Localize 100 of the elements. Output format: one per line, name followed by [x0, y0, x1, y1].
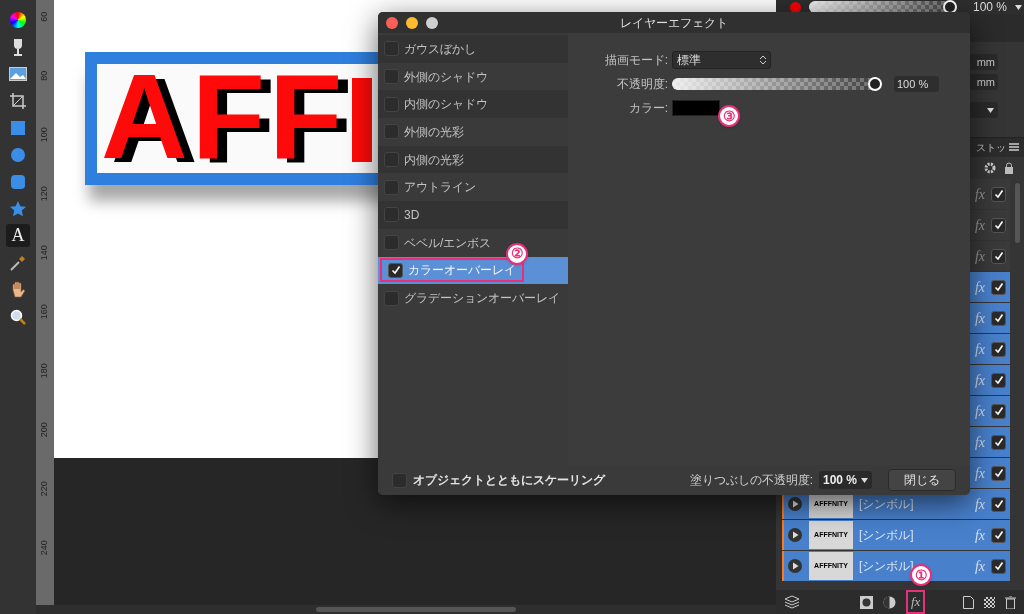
visibility-checkbox[interactable] [991, 465, 1006, 481]
effect-label: グラデーションオーバーレイ [404, 290, 560, 308]
checkerboard-icon[interactable] [984, 596, 995, 608]
fx-label: fx [974, 185, 985, 204]
visibility-checkbox[interactable] [991, 186, 1006, 202]
callout-number: ③ [718, 105, 740, 127]
visibility-checkbox[interactable] [991, 248, 1006, 264]
close-window-icon[interactable] [386, 16, 398, 29]
star-icon [10, 200, 26, 217]
close-button[interactable]: 閉じる [888, 469, 956, 491]
color-label: カラー: [627, 100, 668, 117]
caret-icon [1015, 4, 1023, 10]
fx-label: fx [974, 309, 985, 328]
panel-tab[interactable]: ストッ [976, 140, 1006, 155]
checkbox[interactable] [384, 179, 399, 195]
effect-item[interactable]: 内側の光彩 [378, 145, 568, 174]
visibility-checkbox[interactable] [991, 310, 1006, 326]
fx-label: fx [974, 340, 985, 359]
fx-label: fx [974, 371, 985, 390]
mask-icon[interactable] [860, 595, 873, 609]
ruler-label: 80 [38, 70, 51, 81]
color-wheel-icon [10, 11, 26, 28]
color-swatch[interactable] [672, 100, 720, 116]
ruler-label: 240 [38, 540, 51, 556]
visibility-checkbox[interactable] [991, 496, 1006, 512]
fx-button[interactable]: fx [906, 590, 926, 614]
play-icon[interactable] [787, 558, 803, 574]
checkbox[interactable] [384, 152, 399, 168]
effect-item[interactable]: ガウスぼかし [378, 35, 568, 63]
ruler-label: 120 [38, 186, 51, 202]
crop-icon [10, 92, 26, 109]
visibility-checkbox[interactable] [991, 527, 1006, 543]
effect-label: ベベル/エンボス [404, 234, 492, 252]
menu-icon[interactable] [1009, 143, 1021, 152]
visibility-checkbox[interactable] [991, 341, 1006, 357]
caret-icon [987, 107, 994, 113]
checkbox[interactable] [384, 290, 399, 306]
opacity-slider[interactable] [672, 78, 882, 90]
effect-item[interactable]: 3D [378, 201, 568, 229]
checkbox[interactable] [384, 69, 399, 85]
trash-icon[interactable] [1005, 595, 1016, 609]
checkbox[interactable] [384, 96, 399, 112]
minimize-window-icon[interactable] [406, 16, 418, 29]
visibility-checkbox[interactable] [991, 279, 1006, 295]
layers-icon[interactable] [784, 595, 800, 609]
fill-opacity-select[interactable]: 100 % [818, 471, 872, 489]
effect-item[interactable]: 内側のシャドウ [378, 90, 568, 119]
checkmark-icon [993, 499, 1004, 509]
play-icon[interactable] [787, 527, 803, 543]
effect-label: 3D [404, 206, 420, 224]
visibility-checkbox[interactable] [991, 558, 1006, 574]
fx-label: fx [974, 247, 985, 266]
effect-label: 外側のシャドウ [404, 68, 488, 86]
caret-icon [861, 477, 868, 483]
effect-label: 内側のシャドウ [404, 96, 488, 114]
layer-name: [シンボル] [859, 527, 914, 544]
checkbox[interactable] [384, 124, 399, 140]
checkmark-icon [993, 220, 1004, 230]
effect-label: アウトライン [404, 179, 476, 197]
gear-icon[interactable] [984, 162, 996, 174]
hand-icon [10, 280, 26, 299]
checkbox[interactable] [388, 262, 403, 278]
checkbox[interactable] [384, 207, 399, 223]
eyedropper-icon [10, 254, 26, 271]
page-icon[interactable] [963, 595, 974, 609]
opacity-field[interactable]: 100 % [894, 76, 939, 92]
checkmark-icon [993, 344, 1004, 354]
visibility-checkbox[interactable] [991, 372, 1006, 388]
checkmark-icon [993, 561, 1004, 571]
effect-label: カラーオーバーレイ [408, 262, 516, 280]
stepper-icon [760, 55, 766, 65]
opacity-value[interactable]: 100 % [973, 0, 1008, 16]
fx-label: fx [974, 216, 985, 235]
checkbox[interactable] [384, 235, 399, 251]
visibility-checkbox[interactable] [991, 403, 1006, 419]
glass-icon [12, 37, 24, 56]
opacity-label: 不透明度: [615, 76, 668, 93]
checkmark-icon [993, 468, 1004, 478]
adjustment-icon[interactable] [883, 595, 896, 609]
checkbox[interactable] [384, 41, 399, 57]
ruler-label: 180 [38, 363, 51, 379]
scrollbar-thumb[interactable] [316, 607, 516, 612]
visibility-checkbox[interactable] [991, 217, 1006, 233]
blend-mode-select[interactable]: 標準 [672, 51, 771, 69]
checkbox[interactable] [392, 472, 407, 488]
ruler-label: 200 [38, 422, 51, 438]
play-icon[interactable] [787, 496, 803, 512]
opacity-slider[interactable] [809, 1, 957, 13]
zoom-window-icon[interactable] [426, 16, 438, 29]
ruler-label: 220 [38, 481, 51, 497]
ruler-label: 140 [38, 245, 51, 261]
tool-button[interactable]: A [6, 224, 30, 247]
checkmark-icon [993, 375, 1004, 385]
scrollbar-thumb[interactable] [1014, 183, 1020, 243]
layer-name: [シンボル] [859, 496, 914, 513]
checkmark-icon [993, 189, 1004, 199]
fx-label: fx [974, 433, 985, 452]
lock-icon[interactable] [1004, 162, 1014, 174]
visibility-checkbox[interactable] [991, 434, 1006, 450]
blend-mode-label: 描画モード: [603, 52, 668, 69]
